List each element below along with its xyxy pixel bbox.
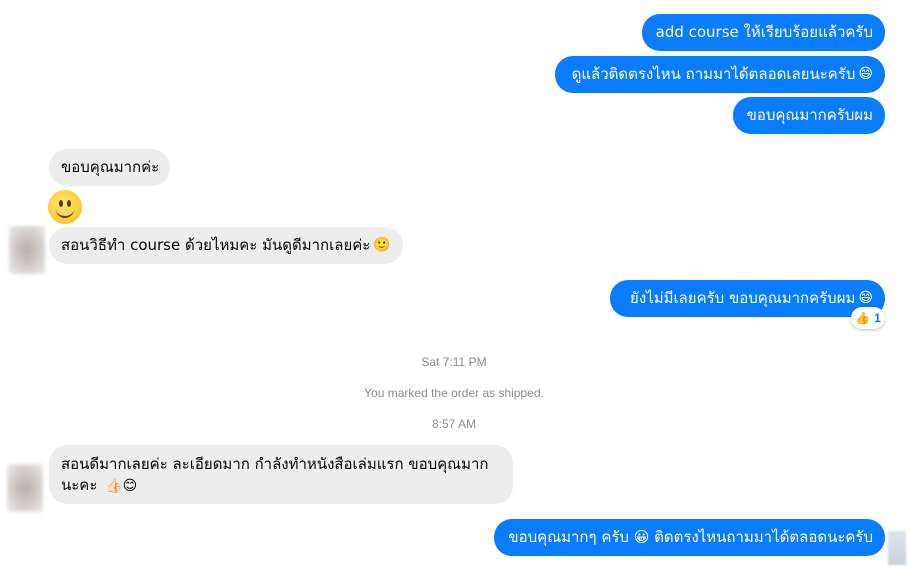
outgoing-message[interactable]: ยังไม่มีเลยครับ ขอบคุณมากครับผม 😄 — [610, 280, 885, 317]
outgoing-message[interactable]: add course ให้เรียบร้อยแล้วครับ — [642, 14, 885, 51]
timestamp: Sat 7:11 PM — [421, 355, 487, 369]
message-text: ดูแล้วติดตรงไหน ถามมาได้ตลอดเลยนะครับ — [571, 65, 856, 83]
message-text: ขอบคุณมากครับผม — [746, 106, 873, 124]
thumbs-up-icon: 👍 — [855, 311, 871, 325]
message-text: ขอบคุณมากค่ะ — [61, 158, 160, 176]
incoming-message[interactable]: สอนวิธีทำ course ด้วยไหมคะ มันดูดีมากเลย… — [49, 227, 403, 264]
contact-avatar[interactable] — [7, 464, 43, 512]
incoming-message[interactable]: สอนดีมากเลยค่ะ ละเอียดมาก กำลังทำหนังสือ… — [49, 445, 513, 504]
message-text: add course ให้เรียบร้อยแล้วครับ — [655, 23, 873, 41]
grinning-emoji-icon: 😄 — [858, 66, 873, 82]
contact-avatar[interactable] — [9, 226, 45, 274]
smiley-emoji-icon[interactable] — [48, 190, 82, 224]
reaction-badge[interactable]: 👍 1 — [851, 307, 885, 329]
timestamp: 8:57 AM — [431, 417, 477, 431]
grinning-emoji-icon: 😄 — [858, 290, 873, 306]
system-notice: You marked the order as shipped. — [364, 386, 544, 400]
thumbs-up-smile-emoji-icon: 👍🏻😊 — [105, 478, 138, 494]
read-receipt-avatar — [888, 531, 906, 565]
message-text: ขอบคุณมากๆ ครับ 😀 ติดตรงไหนถามมาได้ตลอดน… — [508, 528, 873, 546]
message-text: ยังไม่มีเลยครับ ขอบคุณมากครับผม — [630, 289, 856, 307]
outgoing-message[interactable]: ดูแล้วติดตรงไหน ถามมาได้ตลอดเลยนะครับ 😄 — [555, 56, 885, 93]
message-text: สอนวิธีทำ course ด้วยไหมคะ มันดูดีมากเลย… — [61, 236, 371, 254]
outgoing-message[interactable]: ขอบคุณมากๆ ครับ 😀 ติดตรงไหนถามมาได้ตลอดน… — [494, 519, 885, 556]
reaction-count: 1 — [874, 311, 881, 325]
message-text: สอนดีมากเลยค่ะ ละเอียดมาก กำลังทำหนังสือ… — [61, 454, 501, 497]
outgoing-message[interactable]: ขอบคุณมากครับผม — [733, 97, 885, 134]
smiley-emoji-icon: 🙂 — [373, 237, 391, 253]
incoming-message[interactable]: ขอบคุณมากค่ะ — [49, 149, 170, 186]
